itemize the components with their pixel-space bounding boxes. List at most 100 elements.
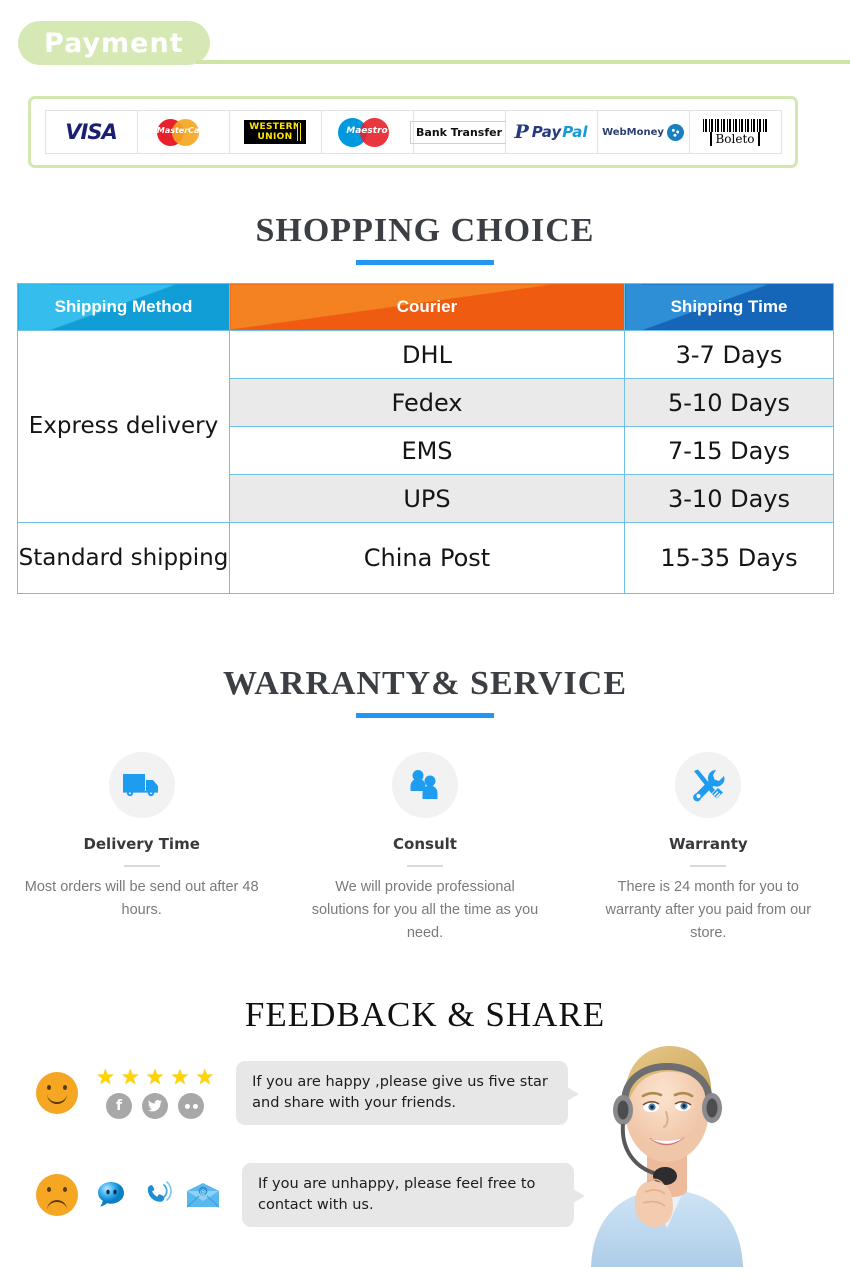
- cell-courier-ups: UPS: [229, 474, 625, 523]
- cell-time-china-post: 15-35 Days: [624, 522, 834, 594]
- star-rating: ★ ★ ★ ★ ★: [96, 1067, 214, 1088]
- payment-methods-strip: VISA MasterCard WESTERN UNION Maestro Ba…: [44, 110, 782, 154]
- email-envelope-icon[interactable]: @: [186, 1182, 220, 1208]
- cell-time-ems: 7-15 Days: [624, 426, 834, 475]
- delivery-truck-icon-circle: [108, 752, 175, 818]
- facebook-icon[interactable]: f: [106, 1093, 133, 1119]
- phone-ringing-icon[interactable]: [142, 1180, 172, 1210]
- service-card-warranty: Warranty There is 24 month for you to wa…: [567, 752, 850, 945]
- payment-method-bank-transfer[interactable]: Bank Transfer: [410, 111, 508, 153]
- payment-heading-rule: [196, 60, 850, 64]
- mastercard-label: MasterCard: [156, 126, 210, 135]
- svg-text:@: @: [200, 1189, 206, 1196]
- western-union-bars: [296, 123, 303, 141]
- cell-time-dhl: 3-7 Days: [624, 330, 834, 379]
- service-card-delivery-time: Delivery Time Most orders will be send o…: [0, 752, 283, 945]
- boleto-icon: Boleto: [701, 118, 769, 146]
- paypal-word1: Pay: [531, 123, 562, 141]
- service-name-warranty: Warranty: [668, 835, 748, 853]
- webmoney-label: WebMoney: [602, 126, 664, 138]
- contact-icons: @: [96, 1180, 220, 1210]
- visa-icon: VISA: [65, 120, 117, 144]
- maestro-label: Maestro: [346, 126, 388, 136]
- star-icon: ★: [120, 1066, 140, 1089]
- service-desc-delivery-time: Most orders will be send out after 48 ho…: [24, 879, 259, 918]
- cell-courier-china-post: China Post: [229, 522, 625, 594]
- payment-header: Payment: [0, 0, 850, 78]
- paypal-icon: P Pay Pal: [514, 121, 587, 143]
- webmoney-globe-icon: [666, 123, 684, 141]
- payment-methods-box: VISA MasterCard WESTERN UNION Maestro Ba…: [28, 96, 798, 168]
- feedback-bubble-unhappy: If you are unhappy, please feel free to …: [242, 1163, 585, 1227]
- flickr-dots-glyph: [184, 1103, 198, 1109]
- shopping-choice-header: SHOPPING CHOICE: [0, 212, 850, 265]
- payment-method-webmoney[interactable]: WebMoney: [597, 111, 690, 153]
- customer-service-agent-photo: [591, 1046, 743, 1267]
- payment-method-boleto[interactable]: Boleto: [689, 111, 781, 153]
- chat-bubble-icon[interactable]: [96, 1181, 128, 1209]
- payment-method-visa[interactable]: VISA: [45, 111, 138, 153]
- webmoney-icon: WebMoney: [602, 123, 684, 141]
- table-row: Standard shipping China Post 15-35 Days: [17, 522, 834, 594]
- payment-method-paypal[interactable]: P Pay Pal: [505, 111, 598, 153]
- western-union-line1: WESTERN: [249, 122, 301, 132]
- service-desc-warranty: There is 24 month for you to warranty af…: [605, 879, 812, 941]
- feedback-bubble-happy: If you are happy ,please give us five st…: [236, 1061, 580, 1125]
- payment-method-western-union[interactable]: WESTERN UNION: [229, 111, 322, 153]
- social-links: f: [106, 1093, 205, 1119]
- star-icon: ★: [195, 1066, 215, 1089]
- star-icon: ★: [96, 1066, 115, 1089]
- wrench-screwdriver-icon: [693, 769, 725, 802]
- payment-heading-pill: Payment: [18, 21, 210, 65]
- warranty-service-section: WARRANTY& SERVICE Delivery Time Most ord…: [0, 665, 850, 945]
- sad-face-icon: [36, 1174, 78, 1216]
- column-header-shipping-method: Shipping Method: [17, 283, 230, 331]
- warranty-service-underline: [356, 713, 494, 718]
- warranty-service-title: WARRANTY& SERVICE: [222, 665, 627, 702]
- column-header-shipping-time: Shipping Time: [624, 283, 834, 331]
- cell-courier-dhl: DHL: [229, 330, 625, 379]
- happy-face-icon: [36, 1072, 78, 1114]
- western-union-line2: UNION: [257, 132, 293, 142]
- service-name-consult: Consult: [393, 835, 457, 853]
- service-divider: [690, 865, 727, 867]
- flickr-icon[interactable]: [178, 1093, 205, 1119]
- service-cards-row: Delivery Time Most orders will be send o…: [0, 752, 850, 945]
- star-icon: ★: [170, 1066, 190, 1089]
- boleto-barcode-icon: [703, 118, 767, 132]
- paypal-word2: Pal: [562, 123, 588, 141]
- shipping-table-header-row: Shipping Method Courier Shipping Time: [17, 283, 834, 331]
- twitter-bird-glyph: [148, 1100, 163, 1112]
- wrench-screwdriver-icon-circle: [675, 752, 742, 818]
- stars-and-socials: ★ ★ ★ ★ ★ f: [96, 1067, 214, 1119]
- payment-heading-label: Payment: [44, 27, 184, 59]
- shopping-choice-underline: [356, 260, 494, 265]
- shopping-choice-title: SHOPPING CHOICE: [255, 212, 595, 249]
- service-desc-consult: We will provide professional solutions f…: [311, 879, 539, 941]
- service-divider: [123, 865, 160, 867]
- two-people-icon-circle: [391, 752, 458, 818]
- western-union-icon: WESTERN UNION: [244, 120, 306, 144]
- two-people-icon: [410, 770, 438, 799]
- service-divider: [406, 865, 443, 867]
- paypal-glyph: P: [514, 121, 529, 143]
- cell-time-fedex: 5-10 Days: [624, 378, 834, 427]
- feedback-share-title: FEEDBACK & SHARE: [244, 995, 606, 1034]
- twitter-icon[interactable]: [142, 1093, 169, 1119]
- star-icon: ★: [145, 1066, 165, 1089]
- column-header-courier: Courier: [229, 283, 625, 331]
- service-card-consult: Consult We will provide professional sol…: [283, 752, 566, 945]
- delivery-truck-icon: [122, 774, 158, 797]
- payment-method-maestro[interactable]: Maestro: [321, 111, 414, 153]
- cell-method-standard: Standard shipping: [17, 522, 230, 594]
- cell-method-express: Express delivery: [17, 330, 230, 523]
- payment-method-mastercard[interactable]: MasterCard: [137, 111, 230, 153]
- table-row: Express delivery DHL 3-7 Days: [17, 330, 834, 523]
- service-name-delivery-time: Delivery Time: [83, 835, 200, 853]
- shipping-table: Shipping Method Courier Shipping Time Ex…: [17, 283, 834, 594]
- maestro-icon: Maestro: [338, 117, 396, 147]
- cell-courier-ems: EMS: [229, 426, 625, 475]
- boleto-label: Boleto: [710, 131, 760, 146]
- cell-time-ups: 3-10 Days: [624, 474, 834, 523]
- cell-courier-fedex: Fedex: [229, 378, 625, 427]
